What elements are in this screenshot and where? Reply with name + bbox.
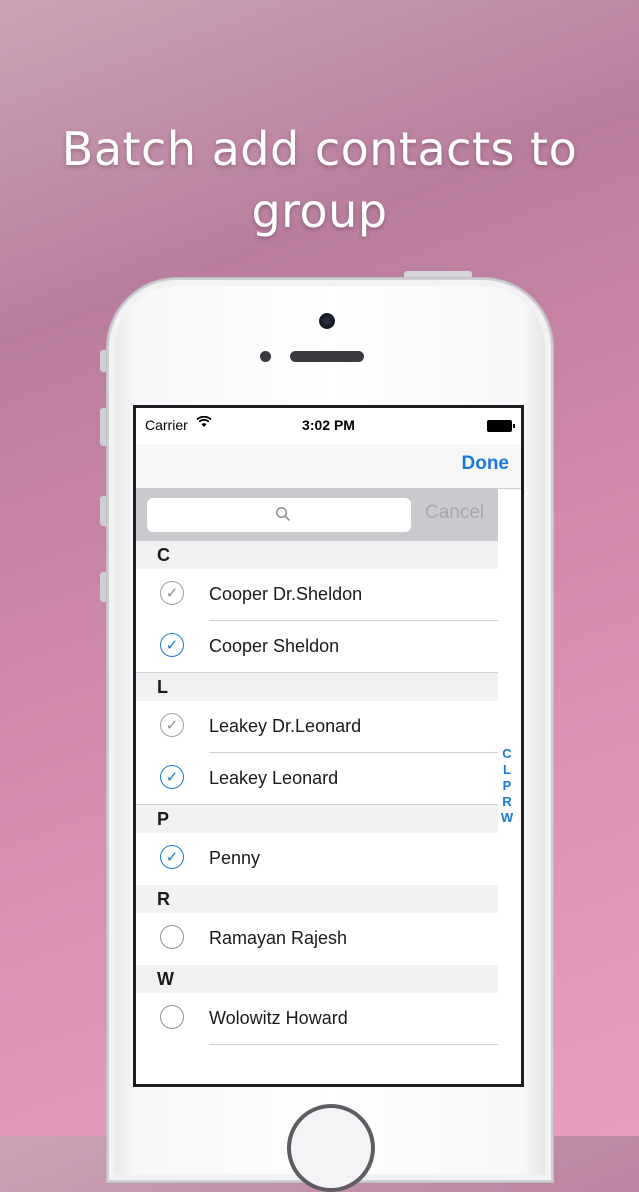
proximity-sensor [260,351,271,362]
section-header-c: C [136,541,498,569]
section-index[interactable]: C L P R W [499,746,515,826]
contact-row[interactable]: ✓ Leakey Dr.Leonard [136,701,498,753]
mute-switch [100,350,106,372]
contact-list: C ✓ Cooper Dr.Sheldon ✓ Cooper Sheldon L… [136,541,498,1045]
contact-row[interactable]: Wolowitz Howard [136,993,498,1045]
index-letter-c[interactable]: C [499,746,515,762]
search-input[interactable] [147,498,411,532]
navigation-bar: Done [136,444,521,489]
headline-line-1: Batch add contacts to [61,122,578,176]
contact-name: Cooper Dr.Sheldon [209,584,363,604]
volume-up-button-2 [100,496,106,526]
earpiece-speaker [290,351,364,362]
phone-screen: Carrier 3:02 PM Done Cancel C ✓ Cooper D… [133,405,524,1087]
check-icon: ✓ [160,581,184,605]
empty-circle-icon [160,1005,184,1029]
cancel-button[interactable]: Cancel [425,502,484,524]
section-header-w: W [136,965,498,993]
done-button[interactable]: Done [462,453,510,475]
search-bar: Cancel [136,489,498,541]
contact-name: Ramayan Rajesh [209,928,348,948]
contact-name: Leakey Dr.Leonard [209,716,362,736]
check-icon: ✓ [160,765,184,789]
status-bar: Carrier 3:02 PM [136,408,521,444]
volume-down-button [100,572,106,602]
index-letter-w[interactable]: W [499,810,515,826]
row-divider [136,804,498,805]
battery-icon [487,420,515,432]
index-letter-l[interactable]: L [499,762,515,778]
contact-row[interactable]: ✓ Cooper Sheldon [136,621,498,673]
section-header-p: P [136,805,498,833]
contact-row[interactable]: ✓ Leakey Leonard [136,753,498,805]
check-icon: ✓ [160,845,184,869]
index-letter-p[interactable]: P [499,778,515,794]
contact-row[interactable]: ✓ Penny [136,833,498,885]
search-icon [275,506,291,527]
contact-row[interactable]: Ramayan Rajesh [136,913,498,965]
row-divider [209,1044,498,1045]
contact-name: Penny [209,848,261,868]
contact-name: Wolowitz Howard [209,1008,348,1028]
headline-line-2: group [251,184,388,238]
contact-row[interactable]: ✓ Cooper Dr.Sheldon [136,569,498,621]
power-button [404,271,472,278]
contact-name: Cooper Sheldon [209,636,340,656]
status-time: 3:02 PM [302,417,355,433]
home-button [287,1104,375,1192]
row-divider [136,672,498,673]
promo-headline: Batch add contacts to group [0,118,639,242]
section-header-r: R [136,885,498,913]
contact-name: Leakey Leonard [209,768,339,788]
section-header-l: L [136,673,498,701]
check-icon: ✓ [160,713,184,737]
empty-circle-icon [160,925,184,949]
volume-up-button [100,408,106,446]
index-letter-r[interactable]: R [499,794,515,810]
front-camera-icon [319,313,335,329]
check-icon: ✓ [160,633,184,657]
